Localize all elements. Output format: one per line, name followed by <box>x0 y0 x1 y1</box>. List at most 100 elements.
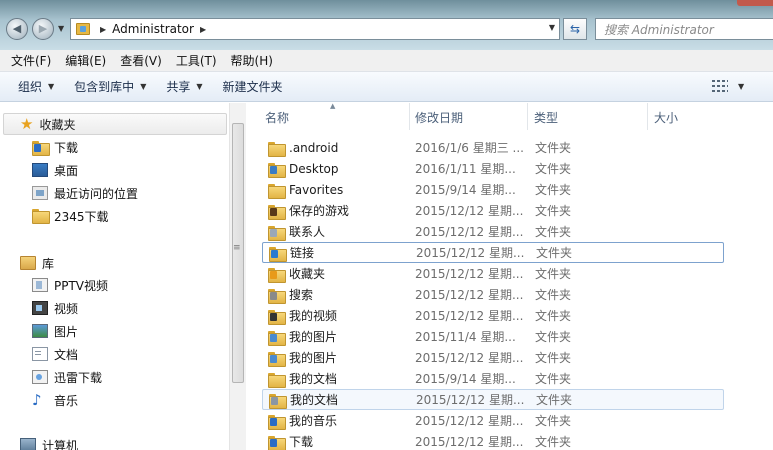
file-date-modified: 2015/9/14 星期... <box>415 183 516 197</box>
file-date-modified: 2015/12/12 星期... <box>415 204 524 218</box>
chevron-right-icon[interactable]: ▶ <box>200 25 206 34</box>
file-name: .android <box>289 140 339 155</box>
menu-item[interactable]: 帮助(H) <box>224 52 280 69</box>
file-name: 搜索 <box>289 288 314 302</box>
folder-icon <box>268 162 286 178</box>
file-type: 文件夹 <box>535 414 572 428</box>
file-row[interactable]: .android 2016/1/6 星期三 ... 文件夹 <box>262 137 724 158</box>
file-row[interactable]: 联系人 2015/12/12 星期... 文件夹 <box>262 221 724 242</box>
nav-favorites-header[interactable]: ★ 收藏夹 <box>3 113 227 135</box>
command-button[interactable]: 新建文件夹 <box>213 78 293 95</box>
nav-item-label: 图片 <box>54 324 79 339</box>
file-type: 文件夹 <box>535 372 572 386</box>
music-icon: ♪ <box>32 391 42 409</box>
column-type[interactable]: 类型 <box>534 109 558 126</box>
file-date-modified: 2015/12/12 星期... <box>415 351 524 365</box>
file-row[interactable]: 收藏夹 2015/12/12 星期... 文件夹 <box>262 263 724 284</box>
file-name: 收藏夹 <box>289 267 326 281</box>
file-date-modified: 2015/12/12 星期... <box>415 309 524 323</box>
address-history-dropdown[interactable]: ▼ <box>549 23 555 32</box>
pptv-icon <box>32 278 48 292</box>
command-button[interactable]: 组织 ▼ <box>8 78 64 95</box>
file-type: 文件夹 <box>535 183 572 197</box>
file-row[interactable]: Desktop 2016/1/11 星期... 文件夹 <box>262 158 724 179</box>
file-date-modified: 2015/12/12 星期... <box>415 225 524 239</box>
close-button-edge[interactable] <box>737 0 773 6</box>
file-date-modified: 2015/12/12 星期... <box>415 267 524 281</box>
document-icon <box>32 347 48 361</box>
view-details-icon <box>712 79 728 93</box>
nav-item-2345-download[interactable]: 2345下载 <box>32 205 109 227</box>
nav-item-recent-places[interactable]: 最近访问的位置 <box>32 182 138 204</box>
file-row[interactable]: 我的文档 2015/9/14 星期... 文件夹 <box>262 368 724 389</box>
file-row[interactable]: 搜索 2015/12/12 星期... 文件夹 <box>262 284 724 305</box>
address-box[interactable]: ▶ Administrator ▶ ▼ <box>70 18 560 40</box>
command-button[interactable]: 包含到库中 ▼ <box>64 78 156 95</box>
column-date-modified[interactable]: 修改日期 <box>415 109 463 126</box>
nav-item-pictures[interactable]: 图片 <box>32 320 78 342</box>
nav-item-download[interactable]: 下载 <box>32 136 78 158</box>
file-row[interactable]: 我的图片 2015/12/12 星期... 文件夹 <box>262 347 724 368</box>
chevron-down-icon[interactable]: ▼ <box>738 82 744 91</box>
file-date-modified: 2016/1/6 星期三 ... <box>415 141 524 155</box>
file-name: 我的文档 <box>290 393 339 407</box>
nav-item-videos[interactable]: 视频 <box>32 297 78 319</box>
nav-item-documents[interactable]: 文档 <box>32 343 78 365</box>
menu-item[interactable]: 工具(T) <box>169 52 224 69</box>
file-name: 我的图片 <box>289 351 338 365</box>
folder-icon <box>268 435 286 450</box>
menu-item[interactable]: 编辑(E) <box>58 52 113 69</box>
folder-icon <box>269 393 287 409</box>
folder-icon <box>268 330 286 346</box>
nav-item-label: 迅雷下载 <box>54 370 103 385</box>
column-size[interactable]: 大小 <box>654 109 678 126</box>
column-divider[interactable] <box>409 103 410 130</box>
nav-item-label: 视频 <box>54 301 79 316</box>
nav-item-desktop[interactable]: 桌面 <box>32 159 78 181</box>
folder-icon <box>268 309 286 325</box>
picture-icon <box>32 324 48 338</box>
column-divider[interactable] <box>527 103 528 130</box>
file-row[interactable]: 我的视频 2015/12/12 星期... 文件夹 <box>262 305 724 326</box>
folder-icon <box>268 183 286 199</box>
file-date-modified: 2015/12/12 星期... <box>415 414 524 428</box>
file-row[interactable]: 保存的游戏 2015/12/12 星期... 文件夹 <box>262 200 724 221</box>
file-date-modified: 2015/9/14 星期... <box>415 372 516 386</box>
nav-item-pptv[interactable]: PPTV视频 <box>32 274 108 296</box>
file-row[interactable]: 我的音乐 2015/12/12 星期... 文件夹 <box>262 410 724 431</box>
address-bar-region: ◀ ▶ ▼ ▶ Administrator ▶ ▼ ⇆ 搜索 Administr… <box>0 0 773 50</box>
nav-libraries-header[interactable]: 库 <box>20 252 54 274</box>
folder-icon <box>268 141 286 157</box>
back-button[interactable]: ◀ <box>6 18 28 40</box>
menu-item[interactable]: 文件(F) <box>4 52 58 69</box>
change-view-button[interactable]: ▼ <box>712 79 744 93</box>
file-row[interactable]: 下载 2015/12/12 星期... 文件夹 <box>262 431 724 450</box>
nav-scrollbar-thumb[interactable] <box>232 123 244 383</box>
menu-item[interactable]: 查看(V) <box>113 52 169 69</box>
file-type: 文件夹 <box>536 246 573 260</box>
recent-pages-dropdown[interactable]: ▼ <box>58 24 68 34</box>
command-button[interactable]: 共享 ▼ <box>156 78 212 95</box>
file-type: 文件夹 <box>535 288 572 302</box>
nav-computer-header[interactable]: 计算机 <box>20 434 78 450</box>
file-row[interactable]: 我的文档 2015/12/12 星期... 文件夹 <box>262 389 724 410</box>
search-input[interactable]: 搜索 Administrator <box>595 18 773 40</box>
sort-ascending-icon: ▲ <box>330 102 336 110</box>
file-type: 文件夹 <box>535 162 572 176</box>
nav-item-music[interactable]: ♪ 音乐 <box>32 389 78 411</box>
chevron-right-icon[interactable]: ▶ <box>100 25 106 34</box>
breadcrumb-administrator[interactable]: Administrator <box>112 22 194 36</box>
file-row[interactable]: 链接 2015/12/12 星期... 文件夹 <box>262 242 724 263</box>
column-divider[interactable] <box>647 103 648 130</box>
column-name[interactable]: 名称 <box>265 109 289 126</box>
refresh-button[interactable]: ⇆ <box>563 18 587 40</box>
file-row[interactable]: 我的图片 2015/11/4 星期... 文件夹 <box>262 326 724 347</box>
forward-button[interactable]: ▶ <box>32 18 54 40</box>
folder-icon <box>268 414 286 430</box>
nav-pane-scrollbar[interactable]: ≡ <box>229 103 246 450</box>
computer-icon <box>20 438 36 450</box>
file-date-modified: 2015/12/12 星期... <box>415 288 524 302</box>
nav-item-thunder[interactable]: 迅雷下载 <box>32 366 102 388</box>
file-type: 文件夹 <box>536 393 573 407</box>
file-row[interactable]: Favorites 2015/9/14 星期... 文件夹 <box>262 179 724 200</box>
